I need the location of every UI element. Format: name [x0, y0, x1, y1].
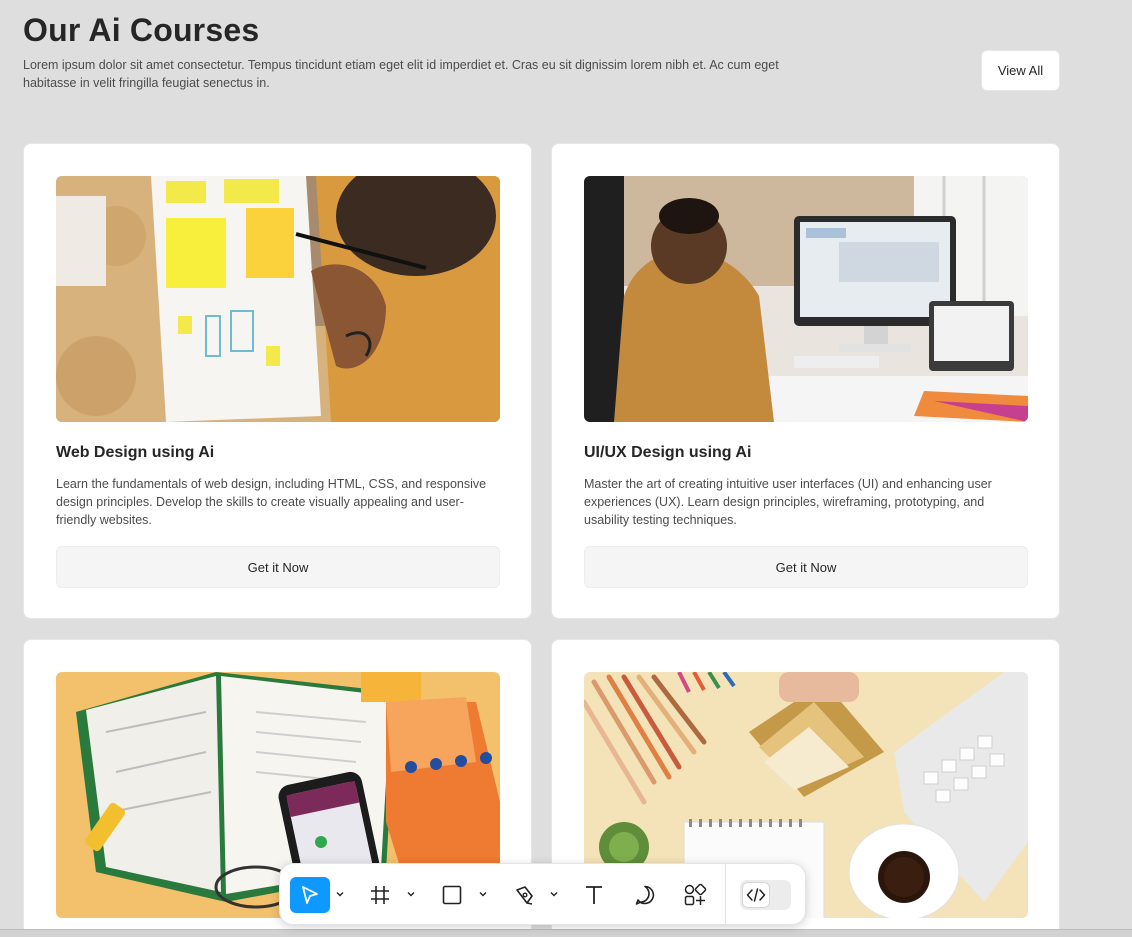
- course-image: [584, 176, 1028, 422]
- course-title: UI/UX Design using Ai: [584, 444, 752, 461]
- move-tool-button[interactable]: [290, 877, 330, 913]
- pen-tool-dropdown[interactable]: [548, 886, 560, 902]
- code-icon: [746, 888, 766, 902]
- course-description: Learn the fundamentals of web design, in…: [56, 477, 487, 527]
- toolbar-divider: [725, 864, 726, 926]
- frame-tool-button[interactable]: [360, 877, 400, 913]
- frame-tool-dropdown[interactable]: [405, 886, 417, 902]
- design-toolbar: [279, 863, 806, 926]
- course-description: Master the art of creating intuitive use…: [584, 477, 992, 527]
- courses-page: Our Ai Courses Lorem ipsum dolor sit ame…: [0, 0, 1132, 937]
- rectangle-tool-dropdown[interactable]: [477, 886, 489, 902]
- chevron-down-icon: [336, 892, 344, 897]
- chevron-down-icon: [479, 892, 487, 897]
- pen-tool-button[interactable]: [504, 877, 544, 913]
- get-it-now-button[interactable]: Get it Now: [56, 546, 500, 588]
- move-tool-dropdown[interactable]: [334, 886, 346, 902]
- rectangle-tool-button[interactable]: [432, 877, 472, 913]
- rectangle-icon: [442, 885, 462, 905]
- course-image: [56, 176, 500, 422]
- page-title: Our Ai Courses: [23, 12, 260, 48]
- shapes-plus-icon: [684, 883, 707, 906]
- comment-bubble-icon: [635, 885, 655, 905]
- course-card: Web Design using Ai Learn the fundamenta…: [23, 143, 532, 619]
- cursor-arrow-icon: [302, 886, 318, 904]
- course-card: UI/UX Design using Ai Master the art of …: [551, 143, 1060, 619]
- dev-mode-toggle[interactable]: [740, 880, 791, 910]
- chevron-down-icon: [407, 892, 415, 897]
- dev-mode-knob: [742, 882, 770, 908]
- scrollbar-track: [0, 929, 1132, 937]
- chevron-down-icon: [550, 892, 558, 897]
- frame-hash-icon: [371, 886, 389, 904]
- view-all-button[interactable]: View All: [981, 50, 1060, 91]
- comment-tool-button[interactable]: [625, 877, 665, 913]
- course-title: Web Design using Ai: [56, 444, 215, 461]
- section-intro: Lorem ipsum dolor sit amet consectetur. …: [23, 58, 779, 90]
- get-it-now-button[interactable]: Get it Now: [584, 546, 1028, 588]
- pen-nib-icon: [516, 886, 533, 905]
- actions-tool-button[interactable]: [675, 877, 715, 913]
- text-t-icon: [586, 886, 602, 904]
- text-tool-button[interactable]: [574, 877, 614, 913]
